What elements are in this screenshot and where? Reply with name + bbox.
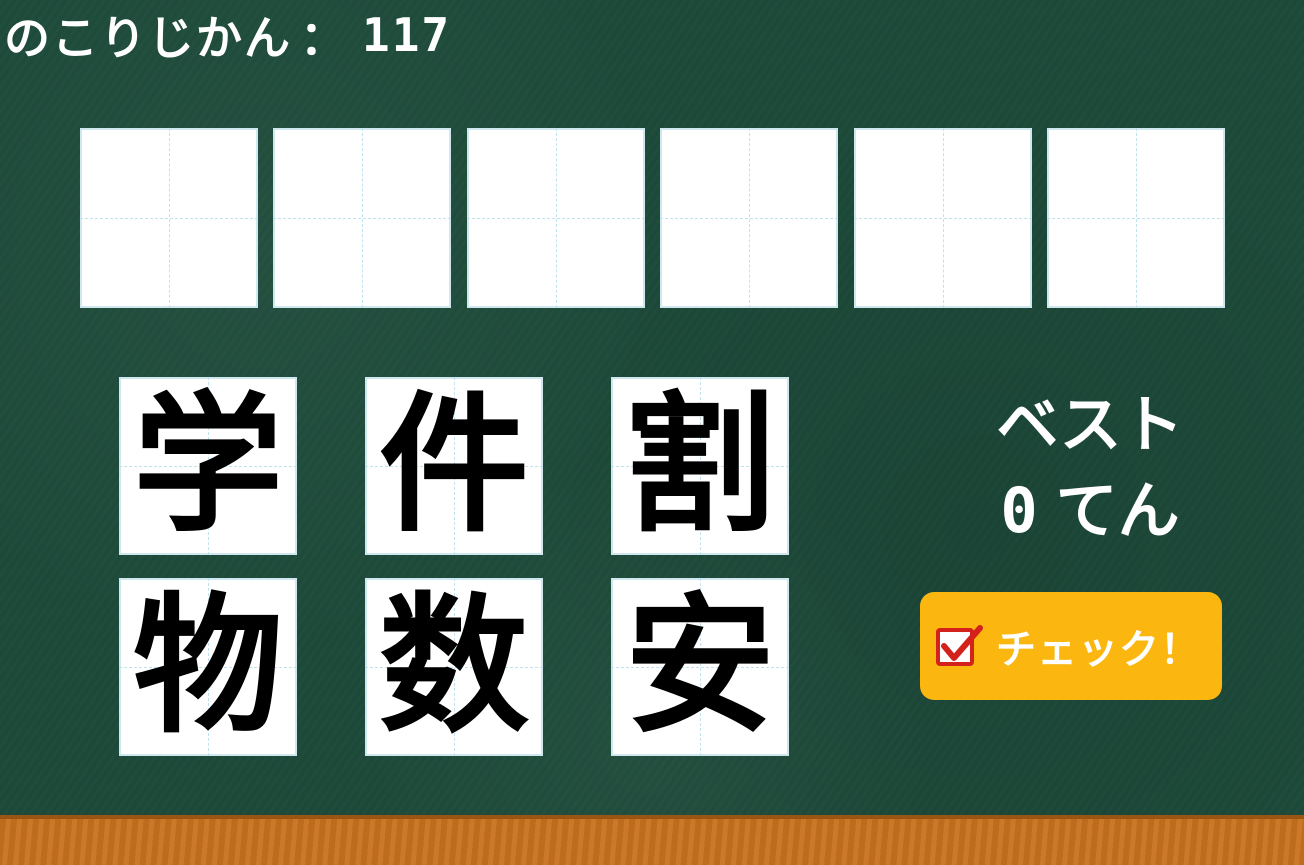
kanji-tile-3[interactable]: 割	[611, 377, 789, 555]
time-remaining: のこりじかん ： 117	[4, 0, 451, 70]
best-score-value: 0 てん	[950, 471, 1230, 551]
answer-slot-2[interactable]	[273, 128, 451, 308]
tile-glyph: 安	[624, 580, 775, 754]
kanji-tile-4[interactable]: 物	[119, 578, 297, 756]
kanji-tile-2[interactable]: 件	[365, 377, 543, 555]
tile-glyph: 物	[132, 580, 283, 754]
best-score-unit: てん	[1055, 474, 1180, 547]
answer-slot-1[interactable]	[80, 128, 258, 308]
chalk-ledge	[0, 815, 1304, 865]
kanji-tile-1[interactable]: 学	[119, 377, 297, 555]
check-button[interactable]: チェック！	[920, 592, 1222, 700]
timer-separator: ：	[300, 11, 348, 65]
answer-slot-4[interactable]	[660, 128, 838, 308]
answer-slot-5[interactable]	[854, 128, 1032, 308]
timer-label: のこりじかん	[4, 11, 292, 65]
best-score-points: 0	[1000, 474, 1038, 547]
answer-slot-3[interactable]	[467, 128, 645, 308]
tile-glyph: 学	[132, 379, 283, 553]
timer-value: 117	[362, 8, 452, 62]
tile-glyph: 数	[378, 580, 529, 754]
kanji-tile-6[interactable]: 安	[611, 578, 789, 756]
tile-glyph: 割	[624, 379, 775, 553]
best-score-panel: ベスト 0 てん	[950, 385, 1230, 551]
check-button-label: チェック！	[996, 627, 1201, 673]
tile-glyph: 件	[378, 379, 529, 553]
best-score-label: ベスト	[996, 388, 1184, 461]
answer-slot-6[interactable]	[1047, 128, 1225, 308]
checkbox-check-icon	[930, 616, 990, 676]
kanji-tile-5[interactable]: 数	[365, 578, 543, 756]
